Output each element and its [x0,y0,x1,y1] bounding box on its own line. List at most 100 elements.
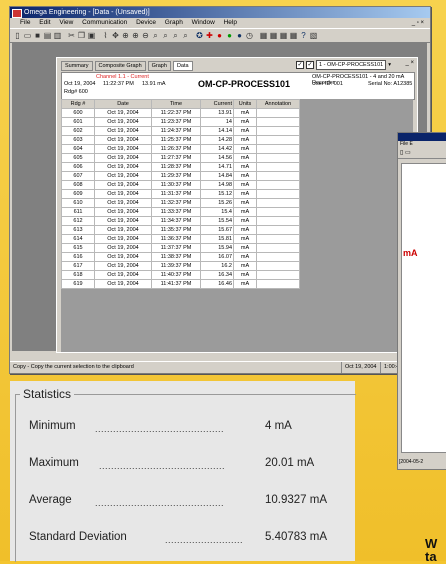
table-cell[interactable]: 11:26:37 PM [151,144,201,154]
table-cell[interactable]: Oct 19, 2004 [94,243,152,253]
record-icon[interactable]: ● [215,31,224,40]
table-cell[interactable]: 11:33:37 PM [151,207,201,217]
window-list-icon[interactable]: ▦ [289,31,298,40]
table-cell[interactable]: 607 [61,171,95,181]
clock-icon[interactable]: ◷ [245,31,254,40]
table-cell[interactable]: 609 [61,189,95,199]
table-row[interactable]: 604 Oct 19, 2004 11:26:37 PM 14.42 mA [61,144,300,154]
menu-view[interactable]: View [59,19,73,26]
table-cell[interactable]: mA [233,252,257,262]
pan-icon[interactable]: ✥ [111,31,120,40]
table-cell[interactable]: 16.2 [200,261,234,271]
table-cell[interactable]: mA [233,126,257,136]
zoom-x-icon[interactable]: ⌕ [161,31,170,40]
table-cell[interactable]: 610 [61,198,95,208]
table-cell[interactable]: mA [233,243,257,253]
table-cell[interactable]: 16.46 [200,279,234,289]
window-grid-icon[interactable]: ▦ [279,31,288,40]
table-cell[interactable]: 11:40:37 PM [151,270,201,280]
table-cell[interactable] [256,153,300,163]
zoom-fit-icon[interactable]: ⌕ [181,31,190,40]
tab-graph[interactable]: Graph [147,61,171,71]
table-cell[interactable]: 15.4 [200,207,234,217]
menu-window[interactable]: Window [192,19,215,26]
table-cell[interactable]: mA [233,108,257,118]
open-icon[interactable]: ▭ [23,31,32,40]
table-cell[interactable]: 13.91 [200,108,234,118]
table-cell[interactable]: 614 [61,234,95,244]
table-cell[interactable]: Oct 19, 2004 [94,198,152,208]
table-row[interactable]: 613 Oct 19, 2004 11:35:37 PM 15.67 mA [61,225,300,235]
table-cell[interactable]: Oct 19, 2004 [94,153,152,163]
table-cell[interactable] [256,252,300,262]
table-cell[interactable]: Oct 19, 2004 [94,108,152,118]
window-cascade-icon[interactable]: ▦ [259,31,268,40]
paste-icon[interactable]: ▣ [87,31,96,40]
print-preview-icon[interactable]: ▥ [53,31,62,40]
window-tile-icon[interactable]: ▦ [269,31,278,40]
mdi-controls[interactable]: _ ▫ × [412,18,424,28]
table-row[interactable]: 615 Oct 19, 2004 11:37:37 PM 15.94 mA [61,243,300,253]
filter-checkbox[interactable]: ✓ [296,61,305,69]
table-cell[interactable]: Oct 19, 2004 [94,162,152,172]
table-row[interactable]: 608 Oct 19, 2004 11:30:37 PM 14.98 mA [61,180,300,190]
table-cell[interactable]: 11:38:37 PM [151,252,201,262]
table-cell[interactable] [256,243,300,253]
table-cell[interactable]: 11:23:37 PM [151,117,201,127]
table-row[interactable]: 609 Oct 19, 2004 11:31:37 PM 15.12 mA [61,189,300,199]
table-cell[interactable] [256,117,300,127]
table-cell[interactable]: Oct 19, 2004 [94,126,152,136]
tab-data[interactable]: Data [172,61,193,71]
table-cell[interactable]: 15.94 [200,243,234,253]
table-cell[interactable]: Oct 19, 2004 [94,207,152,217]
table-cell[interactable]: 606 [61,162,95,172]
table-row[interactable]: 602 Oct 19, 2004 11:24:37 PM 14.14 mA [61,126,300,136]
tab-composite-graph[interactable]: Composite Graph [94,61,146,71]
table-cell[interactable]: mA [233,117,257,127]
table-row[interactable]: 600 Oct 19, 2004 11:22:37 PM 13.91 mA [61,108,300,118]
table-cell[interactable]: 601 [61,117,95,127]
table-cell[interactable]: mA [233,144,257,154]
table-row[interactable]: 619 Oct 19, 2004 11:41:37 PM 16.46 mA [61,279,300,289]
menu-file[interactable]: File [20,19,30,26]
table-cell[interactable]: mA [233,180,257,190]
table-row[interactable]: 603 Oct 19, 2004 11:25:37 PM 14.28 mA [61,135,300,145]
table-row[interactable]: 617 Oct 19, 2004 11:39:37 PM 16.2 mA [61,261,300,271]
table-cell[interactable]: mA [233,189,257,199]
doc-window-controls[interactable]: _ × [405,60,414,66]
table-cell[interactable] [256,144,300,154]
col-annotation[interactable]: Annotation [256,99,300,109]
table-row[interactable]: 605 Oct 19, 2004 11:27:37 PM 14.56 mA [61,153,300,163]
table-cell[interactable]: 616 [61,252,95,262]
table-cell[interactable] [256,171,300,181]
table-cell[interactable]: 11:32:37 PM [151,198,201,208]
col-current[interactable]: Current [200,99,234,109]
table-cell[interactable]: Oct 19, 2004 [94,117,152,127]
table-cell[interactable]: 618 [61,270,95,280]
col-units[interactable]: Units [233,99,257,109]
table-cell[interactable]: Oct 19, 2004 [94,216,152,226]
add-icon[interactable]: ✚ [205,31,214,40]
table-cell[interactable] [256,108,300,118]
cut-icon[interactable]: ✂ [67,31,76,40]
table-cell[interactable]: 14.42 [200,144,234,154]
table-cell[interactable]: 11:22:37 PM [151,108,201,118]
table-cell[interactable]: mA [233,270,257,280]
start-icon[interactable]: ● [225,31,234,40]
table-cell[interactable]: 14.71 [200,162,234,172]
table-cell[interactable]: 608 [61,180,95,190]
table-cell[interactable]: 14 [200,117,234,127]
table-cell[interactable]: 11:24:37 PM [151,126,201,136]
table-cell[interactable]: 611 [61,207,95,217]
table-cell[interactable]: 11:34:37 PM [151,216,201,226]
table-cell[interactable]: 615 [61,243,95,253]
save-icon[interactable]: ■ [33,31,42,40]
table-row[interactable]: 614 Oct 19, 2004 11:36:37 PM 15.81 mA [61,234,300,244]
table-cell[interactable]: 11:28:37 PM [151,162,201,172]
menu-device[interactable]: Device [136,19,156,26]
table-cell[interactable]: 11:27:37 PM [151,153,201,163]
table-cell[interactable]: 15.81 [200,234,234,244]
table-row[interactable]: 616 Oct 19, 2004 11:38:37 PM 16.07 mA [61,252,300,262]
table-cell[interactable]: 612 [61,216,95,226]
table-cell[interactable]: 11:35:37 PM [151,225,201,235]
